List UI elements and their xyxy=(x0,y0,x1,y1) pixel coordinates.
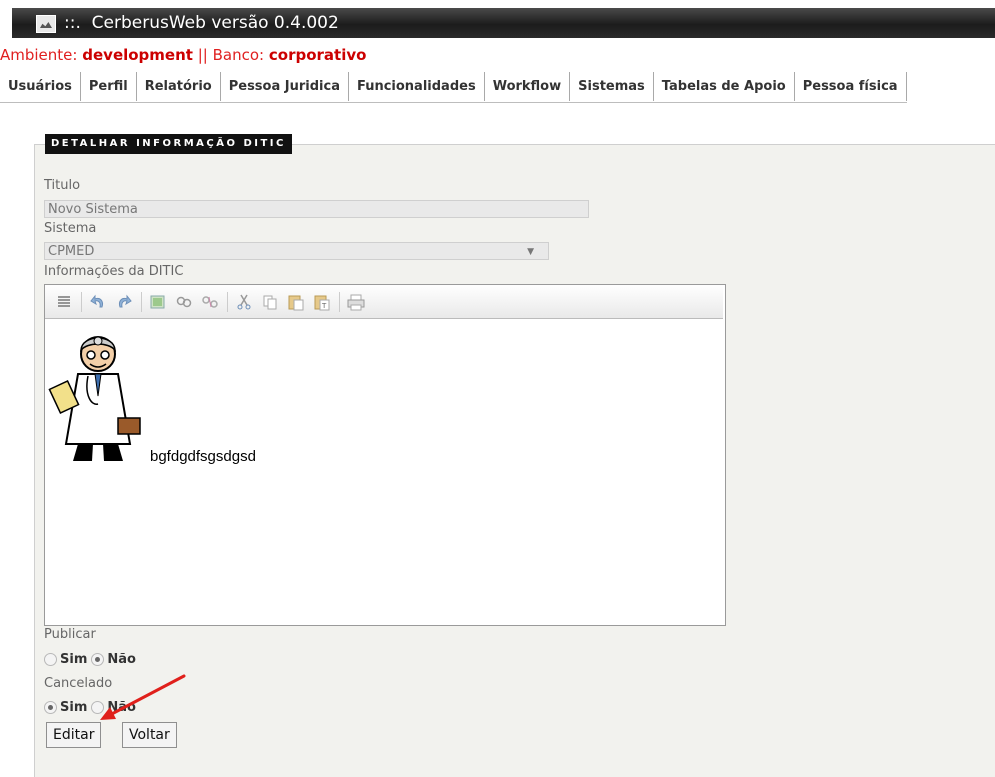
app-logo-icon xyxy=(36,15,56,33)
banco-value: corporativo xyxy=(268,46,367,64)
voltar-button[interactable]: Voltar xyxy=(122,722,177,748)
sistema-select[interactable]: CPMED ▼ xyxy=(44,242,549,260)
chevron-down-icon[interactable]: ▼ xyxy=(527,243,534,261)
publicar-nao-label: Não xyxy=(107,652,136,667)
cancelado-sim-label: Sim xyxy=(60,700,88,715)
toolbar-separator xyxy=(227,291,228,312)
cancelado-label: Cancelado xyxy=(44,676,113,691)
cancelado-nao-label: Não xyxy=(107,700,136,715)
cancelado-sim-radio[interactable] xyxy=(44,701,57,714)
editar-button[interactable]: Editar xyxy=(46,722,102,748)
editor-content[interactable]: bgfdgdfsgsdgsd xyxy=(45,320,723,623)
publicar-label: Publicar xyxy=(44,627,96,642)
main-nav: Usuários Perfil Relatório Pessoa Juridic… xyxy=(0,72,907,103)
print-icon[interactable] xyxy=(345,292,367,312)
paste-text-icon[interactable]: T xyxy=(311,292,333,312)
publicar-radio-group: Sim Não xyxy=(44,652,140,667)
nav-pessoa-juridica[interactable]: Pessoa Juridica xyxy=(220,72,349,101)
app-title: ::. CerberusWeb versão 0.4.002 xyxy=(64,13,339,33)
nav-workflow[interactable]: Workflow xyxy=(484,72,571,101)
publicar-nao-radio[interactable] xyxy=(91,653,105,666)
nav-tabelas-de-apoio[interactable]: Tabelas de Apoio xyxy=(653,72,795,101)
editor-body-text: bgfdgdfsgsdgsd xyxy=(150,448,256,465)
toolbar-separator xyxy=(81,291,82,312)
image-icon[interactable] xyxy=(147,292,169,312)
undo-icon[interactable] xyxy=(87,292,109,312)
copy-icon[interactable] xyxy=(259,292,281,312)
app-titlebar: ::. CerberusWeb versão 0.4.002 xyxy=(12,8,995,38)
environment-bar: Ambiente: development || Banco: corporat… xyxy=(0,46,366,64)
toolbar-separator xyxy=(141,291,142,312)
source-icon[interactable] xyxy=(53,292,75,312)
env-separator: || xyxy=(197,46,208,64)
cancelado-radio-group: Sim Não xyxy=(44,700,140,715)
fieldset-legend: DETALHAR INFORMAÇÃO DITIC xyxy=(45,134,292,154)
unlink-icon[interactable] xyxy=(199,292,221,312)
ambiente-label: Ambiente: xyxy=(0,46,78,64)
doctor-clipart-image xyxy=(48,336,141,461)
nav-usuarios[interactable]: Usuários xyxy=(0,72,81,101)
toolbar-separator xyxy=(339,291,340,312)
link-icon[interactable] xyxy=(173,292,195,312)
publicar-sim-radio[interactable] xyxy=(44,653,57,666)
titulo-label: Titulo xyxy=(44,178,81,193)
editor-toolbar: T xyxy=(45,285,723,319)
publicar-sim-label: Sim xyxy=(60,652,88,667)
ambiente-value: development xyxy=(82,46,193,64)
cut-icon[interactable] xyxy=(233,292,255,312)
redo-icon[interactable] xyxy=(113,292,135,312)
nav-perfil[interactable]: Perfil xyxy=(80,72,137,101)
banco-label: Banco: xyxy=(212,46,265,64)
paste-icon[interactable] xyxy=(285,292,307,312)
rich-text-editor[interactable]: T bgfdgdfsgsdgsd xyxy=(44,284,726,626)
info-ditic-label: Informações da DITIC xyxy=(44,264,184,279)
sistema-label: Sistema xyxy=(44,221,97,236)
nav-relatorio[interactable]: Relatório xyxy=(136,72,221,101)
cancelado-nao-radio[interactable] xyxy=(91,701,105,714)
nav-funcionalidades[interactable]: Funcionalidades xyxy=(348,72,485,101)
svg-text:T: T xyxy=(321,302,327,310)
nav-pessoa-fisica[interactable]: Pessoa física xyxy=(794,72,907,101)
sistema-value: CPMED xyxy=(48,244,95,259)
titulo-field[interactable]: Novo Sistema xyxy=(44,200,589,218)
nav-sistemas[interactable]: Sistemas xyxy=(570,72,654,101)
